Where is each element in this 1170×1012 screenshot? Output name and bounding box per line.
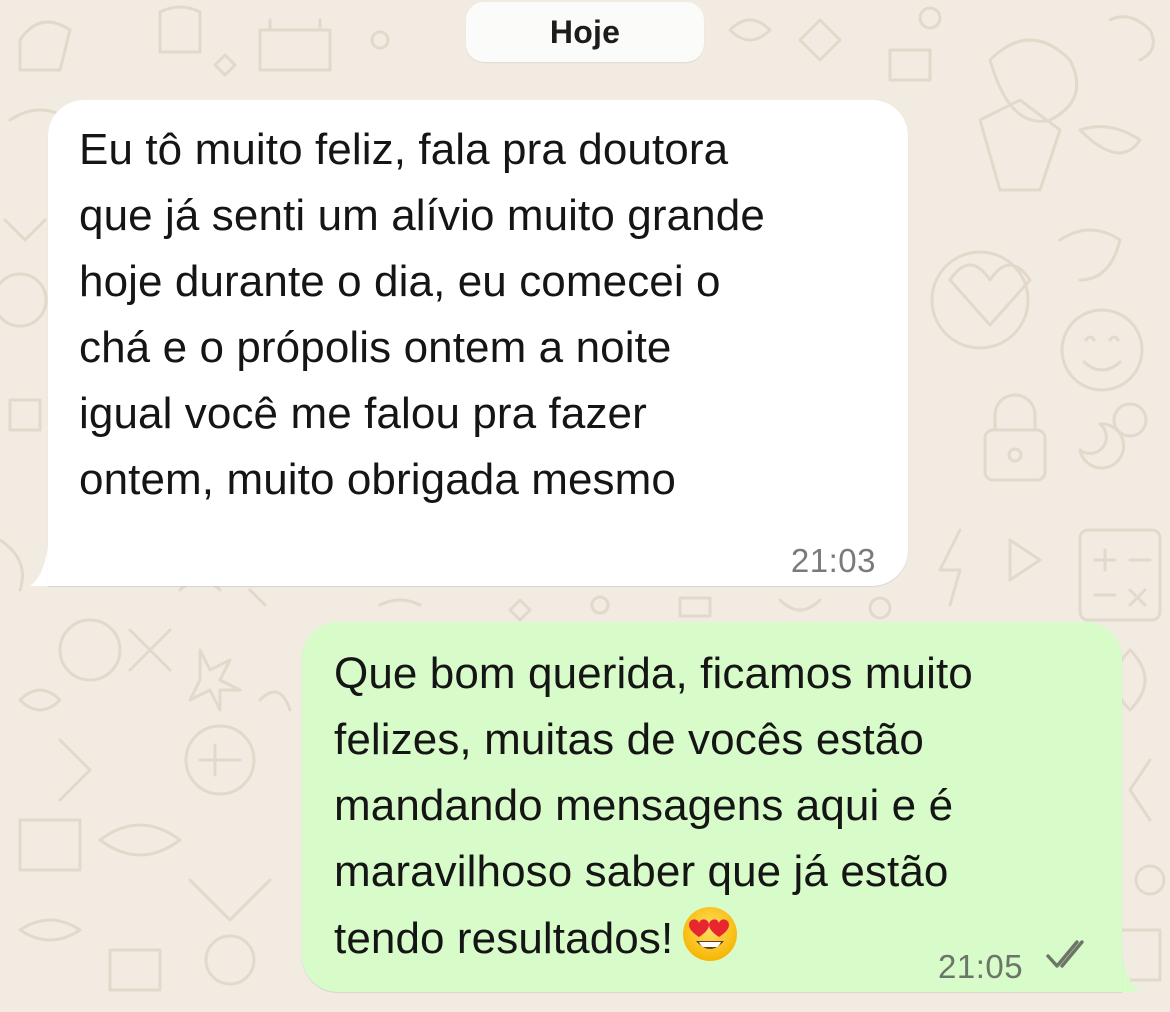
incoming-message-bubble[interactable]: Eu tô muito feliz, fala pra doutora que … — [48, 100, 908, 586]
message-timestamp: 21:03 — [790, 542, 876, 579]
heart-eyes-emoji — [683, 907, 738, 961]
outgoing-message-bubble[interactable]: Que bom querida, ficamos muito felizes, … — [302, 622, 1122, 992]
date-separator: Hoje — [466, 2, 704, 62]
double-check-icon — [1046, 940, 1084, 968]
message-text: Eu tô muito feliz, fala pra doutora que … — [79, 125, 765, 504]
message-text-container: Que bom querida, ficamos muito felizes, … — [334, 641, 973, 972]
message-timestamp: 21:05 — [938, 948, 1024, 985]
message-text: Que bom querida, ficamos muito felizes, … — [334, 649, 973, 963]
